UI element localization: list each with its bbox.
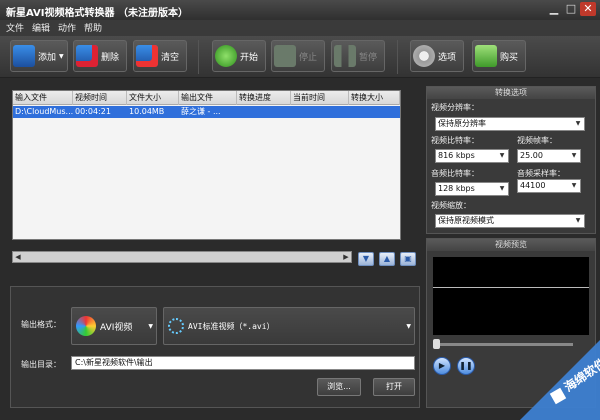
col-output-file[interactable]: 输出文件 (179, 91, 237, 105)
format-dots-icon (168, 318, 184, 334)
stop-label: 停止 (299, 52, 318, 63)
video-bitrate-label: 视频比特率： (431, 136, 479, 145)
framerate-select[interactable]: 25.00 ▼ (517, 149, 581, 163)
delete-label: 删除 (101, 52, 120, 63)
seek-handle[interactable] (433, 339, 440, 349)
resolution-label: 视频分辨率： (431, 103, 479, 112)
clear-label: 清空 (161, 52, 180, 63)
refresh-icon (215, 45, 237, 67)
format-select[interactable]: AVI标准视频（*.avi） ▼ (163, 307, 415, 345)
list-header: 输入文件 视频时间 文件大小 输出文件 转换进度 当前时间 转换大小 (13, 91, 400, 105)
pause-icon[interactable]: ❚❚ (457, 357, 475, 375)
cell-video-time: 00:04:21 (75, 107, 111, 116)
stop-icon (274, 45, 296, 67)
audio-bitrate-label: 音频比特率： (431, 169, 479, 178)
preview-screen (433, 257, 589, 335)
menu-file[interactable]: 文件 (6, 21, 24, 34)
open-button[interactable]: 打开 (373, 378, 415, 396)
toolbar: 添加 ▼ 删除 清空 开始 停止 暂停 选项 购买 (0, 36, 600, 78)
film-add-icon (13, 45, 35, 67)
scroll-left-icon[interactable]: ◀ (13, 252, 23, 262)
samplerate-label: 音频采样率： (517, 169, 565, 178)
col-progress[interactable]: 转换进度 (237, 91, 291, 105)
buy-button[interactable]: 购买 (472, 40, 526, 72)
format-label: 输出格式： (21, 320, 61, 329)
move-up-icon[interactable]: ▲ (379, 252, 395, 266)
output-dir-field[interactable]: C:\新星视频软件\输出 (71, 356, 415, 370)
format-category-label: AVI视频 (100, 322, 133, 333)
audio-bitrate-select[interactable]: 128 kbps ▼ (435, 182, 509, 196)
delete-button[interactable]: 删除 (73, 40, 127, 72)
cell-file-size: 10.04MB (129, 107, 165, 116)
start-label: 开始 (240, 52, 259, 63)
browse-button[interactable]: 浏览... (317, 378, 361, 396)
avi-icon (76, 316, 96, 336)
film-clear-icon (136, 45, 158, 67)
format-category-select[interactable]: AVI视频 ▼ (71, 307, 157, 345)
preview-divider (433, 287, 589, 288)
table-row[interactable]: D:\CloudMus... 00:04:21 10.04MB 薛之谦 - ..… (13, 106, 400, 118)
options-button[interactable]: 选项 (410, 40, 464, 72)
settings-title: 转换选项 (427, 87, 595, 99)
file-list[interactable]: 输入文件 视频时间 文件大小 输出文件 转换进度 当前时间 转换大小 D:\Cl… (12, 90, 401, 240)
cart-icon (475, 45, 497, 67)
col-input-file[interactable]: 输入文件 (13, 91, 73, 105)
settings-panel: 转换选项 视频分辨率： 保持原分辨率 ▼ 视频比特率： 视频帧率： 816 kbp… (426, 86, 596, 234)
scale-select[interactable]: 保持原视频模式 ▼ (435, 214, 585, 228)
video-bitrate-select[interactable]: 816 kbps ▼ (435, 149, 509, 163)
cell-output-file: 薛之谦 - ... (181, 107, 221, 116)
maximize-button[interactable]: □ (563, 2, 579, 16)
gear-icon (413, 45, 435, 67)
horizontal-scrollbar[interactable]: ◀ ▶ (12, 251, 352, 263)
start-button[interactable]: 开始 (212, 40, 266, 72)
menu-bar: 文件 编辑 动作 帮助 (0, 20, 600, 36)
pause-label: 暂停 (359, 52, 378, 63)
minimize-button[interactable]: ▁ (546, 2, 562, 16)
watermark-logo: 海绵软件 (520, 340, 600, 420)
properties-icon[interactable]: ▣ (400, 252, 416, 266)
cell-input-file: D:\CloudMus... (15, 107, 73, 116)
buy-label: 购买 (500, 52, 519, 63)
options-label: 选项 (438, 52, 457, 63)
add-button[interactable]: 添加 ▼ (10, 40, 68, 72)
add-label: 添加 (38, 52, 57, 63)
format-label-value: AVI标准视频（*.avi） (188, 321, 275, 331)
close-button[interactable]: ✕ (580, 2, 596, 16)
stop-button[interactable]: 停止 (271, 40, 325, 72)
col-video-time[interactable]: 视频时间 (73, 91, 127, 105)
window-title: 新星AVI视频格式转换器 （未注册版本） (6, 8, 189, 19)
preview-title: 视频预览 (427, 239, 595, 251)
menu-help[interactable]: 帮助 (84, 21, 102, 34)
output-panel: 输出格式： AVI视频 ▼ AVI标准视频（*.avi） ▼ 输出目录： C:\… (10, 286, 420, 408)
col-converted-size[interactable]: 转换大小 (349, 91, 400, 105)
pause-icon (334, 45, 356, 67)
play-icon[interactable]: ▶ (433, 357, 451, 375)
toolbar-separator (198, 40, 199, 74)
pause-button[interactable]: 暂停 (331, 40, 385, 72)
dir-label: 输出目录： (21, 360, 61, 369)
toolbar-separator (397, 40, 398, 74)
framerate-label: 视频帧率： (517, 136, 557, 145)
move-down-icon[interactable]: ▼ (358, 252, 374, 266)
menu-edit[interactable]: 编辑 (32, 21, 50, 34)
scale-label: 视频缩放： (431, 201, 471, 210)
samplerate-select[interactable]: 44100 ▼ (517, 179, 581, 193)
col-file-size[interactable]: 文件大小 (127, 91, 179, 105)
col-current-time[interactable]: 当前时间 (291, 91, 349, 105)
menu-action[interactable]: 动作 (58, 21, 76, 34)
clear-button[interactable]: 清空 (133, 40, 187, 72)
resolution-select[interactable]: 保持原分辨率 ▼ (435, 117, 585, 131)
scroll-right-icon[interactable]: ▶ (341, 252, 351, 262)
film-delete-icon (76, 45, 98, 67)
